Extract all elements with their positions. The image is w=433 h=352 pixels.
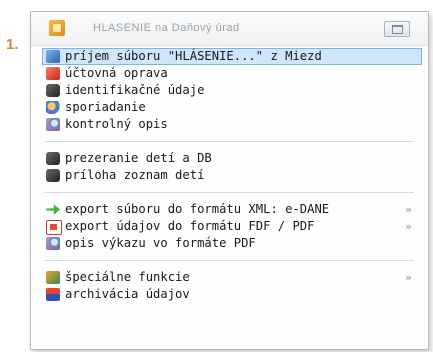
menu-item-children-attachment[interactable]: príloha zoznam detí — [45, 167, 418, 184]
pdf-icon — [46, 220, 62, 235]
archive-icon — [46, 288, 60, 301]
correction-icon — [46, 67, 60, 80]
restore-button[interactable] — [384, 21, 410, 37]
menu-item-children-view[interactable]: prezeranie detí a DB — [45, 150, 418, 167]
submenu-arrow-icon: » — [405, 220, 412, 233]
menu-item-label: export súboru do formátu XML: e-DANE — [65, 202, 330, 216]
menu-item-sporiadanie[interactable]: sporiadanie — [45, 99, 418, 116]
step-number: 1. — [6, 36, 19, 53]
menu-list: príjem súboru "HLÁSENIE..." z Miezd účto… — [42, 48, 422, 303]
menu-item-export-xml[interactable]: export súboru do formátu XML: e-DANE » — [45, 201, 418, 218]
import-icon — [46, 50, 60, 63]
menu-item-label: kontrolný opis — [65, 117, 168, 131]
id-card-icon — [46, 84, 60, 97]
submenu-arrow-icon: » — [405, 203, 412, 216]
menu-item-label: opis výkazu vo formáte PDF — [65, 236, 256, 250]
menu-item-label: prezeranie detí a DB — [65, 151, 212, 165]
report-icon — [46, 237, 60, 250]
submenu-arrow-icon: » — [405, 271, 412, 284]
attachment-icon — [46, 169, 60, 182]
export-arrow-icon — [46, 204, 60, 215]
window-title: HLASENIE na Daňový úrad — [93, 22, 240, 34]
menu-separator — [45, 260, 414, 261]
menu-item-special-functions[interactable]: špeciálne funkcie » — [45, 269, 418, 286]
menu-item-label: účtovná oprava — [65, 66, 168, 80]
tools-icon — [46, 271, 60, 284]
menu-item-correction[interactable]: účtovná oprava — [45, 65, 418, 82]
inspect-icon — [46, 118, 60, 131]
menu-item-control-listing[interactable]: kontrolný opis — [45, 116, 418, 133]
menu-item-report-pdf[interactable]: opis výkazu vo formáte PDF — [45, 235, 418, 252]
children-view-icon — [46, 152, 60, 165]
menu-item-export-fdf[interactable]: export údajov do formátu FDF / PDF » — [45, 218, 418, 235]
menu-item-identification[interactable]: identifikačné údaje — [45, 82, 418, 99]
menu-item-label: sporiadanie — [65, 100, 146, 114]
menu-item-label: identifikačné údaje — [65, 83, 205, 97]
menu-item-label: príloha zoznam detí — [65, 168, 205, 182]
menu-item-label: špeciálne funkcie — [65, 270, 190, 284]
menu-separator — [45, 192, 414, 193]
menu-item-label: export údajov do formátu FDF / PDF — [65, 219, 315, 233]
menu-item-import-file[interactable]: príjem súboru "HLÁSENIE..." z Miezd — [42, 48, 422, 65]
menu-item-label: archivácia údajov — [65, 287, 190, 301]
menu-item-archive[interactable]: archivácia údajov — [45, 286, 418, 303]
people-icon — [46, 101, 60, 114]
title-bar: HLASENIE na Daňový úrad — [31, 12, 428, 46]
app-icon — [49, 20, 65, 36]
menu-separator — [45, 141, 414, 142]
context-menu-window: HLASENIE na Daňový úrad príjem súboru "H… — [30, 11, 429, 350]
menu-item-label: príjem súboru "HLÁSENIE..." z Miezd — [65, 49, 322, 63]
